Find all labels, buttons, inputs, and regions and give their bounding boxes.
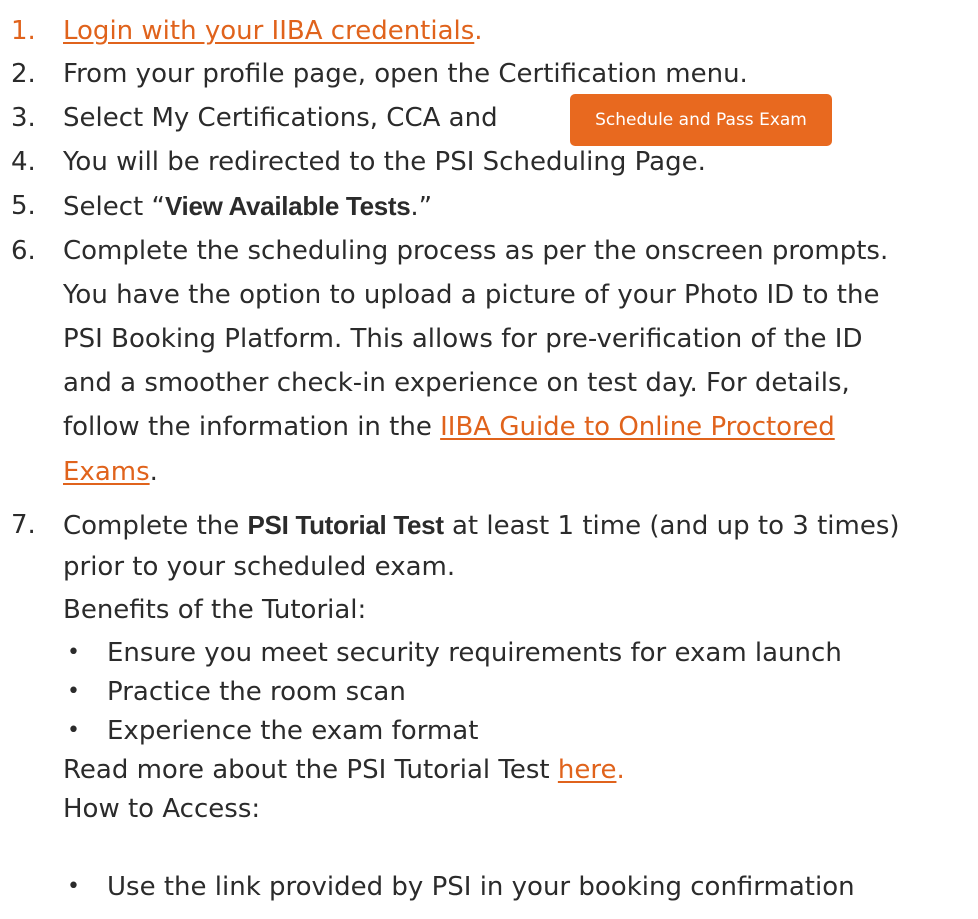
step-2-text: From your profile page, open the Certifi… [63, 59, 748, 89]
step-6-line-2: You have the option to upload a picture … [63, 280, 880, 310]
view-available-tests-label: View Available Tests [164, 191, 411, 221]
step-2-number: 2. [11, 59, 36, 89]
step-3-text: Select My Certifications, CCA and [63, 103, 498, 133]
step-6-line-5: follow the information in the IIBA Guide… [63, 410, 835, 444]
step-5-before: Select “ [63, 192, 165, 222]
how-to-access-heading: How to Access: [63, 794, 261, 824]
step-4-text: You will be redirected to the PSI Schedu… [63, 147, 706, 177]
bullet-icon: • [67, 718, 80, 743]
step-1-period: . [474, 16, 483, 46]
step-3-number: 3. [11, 103, 36, 133]
step-7-line-1: Complete the PSI Tutorial Test at least … [63, 508, 900, 543]
step-6-line-1: Complete the scheduling process as per t… [63, 236, 889, 266]
iiba-guide-link-continued[interactable]: Exams [63, 457, 150, 487]
step-6-line-4: and a smoother check-in experience on te… [63, 368, 850, 398]
read-more-line: Read more about the PSI Tutorial Test he… [63, 753, 625, 787]
bullet-icon: • [67, 874, 80, 899]
bullet-icon: • [67, 640, 80, 665]
step-5-after: .” [410, 192, 433, 222]
bullet-icon: • [67, 679, 80, 704]
psi-tutorial-test-label: PSI Tutorial Test [247, 510, 444, 540]
schedule-and-pass-exam-button[interactable]: Schedule and Pass Exam [570, 94, 832, 146]
iiba-guide-link[interactable]: IIBA Guide to Online Proctored [440, 412, 835, 442]
benefit-item: Practice the room scan [107, 677, 406, 707]
step-1-number: 1. [11, 16, 36, 46]
step-6-line-5-before: follow the information in the [63, 412, 441, 442]
step-6-period: . [149, 457, 158, 487]
step-1-text: Login with your IIBA credentials. [63, 14, 483, 48]
step-7-number: 7. [11, 510, 36, 540]
step-7-line-2: prior to your scheduled exam. [63, 552, 456, 582]
step-6-line-6: Exams. [63, 455, 158, 489]
access-item: Use the link provided by PSI in your boo… [107, 872, 855, 902]
step-6-line-3: PSI Booking Platform. This allows for pr… [63, 324, 863, 354]
read-more-period: . [616, 755, 625, 785]
read-more-text: Read more about the PSI Tutorial Test [63, 755, 558, 785]
login-link[interactable]: Login with your IIBA credentials [63, 16, 474, 46]
step-7-before: Complete the [63, 511, 248, 541]
instructions-document: 1. Login with your IIBA credentials. 2. … [0, 0, 978, 919]
benefit-item: Ensure you meet security requirements fo… [107, 638, 842, 668]
step-5-number: 5. [11, 191, 36, 221]
benefit-item: Experience the exam format [107, 716, 479, 746]
step-7-after: at least 1 time (and up to 3 times) [443, 511, 900, 541]
step-5-text: Select “View Available Tests.” [63, 189, 432, 224]
step-6-number: 6. [11, 236, 36, 266]
here-link[interactable]: here [558, 755, 617, 785]
step-4-number: 4. [11, 147, 36, 177]
benefits-heading: Benefits of the Tutorial: [63, 595, 367, 625]
